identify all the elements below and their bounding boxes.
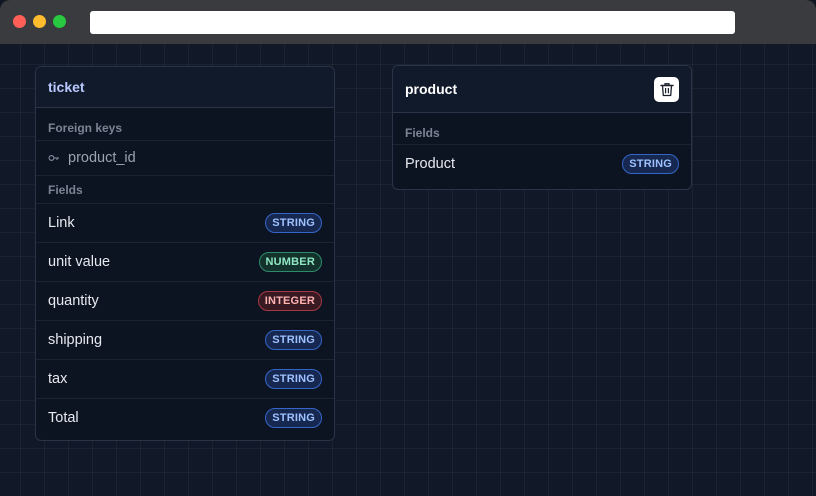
field-name: quantity — [48, 293, 99, 309]
field-row-shipping[interactable]: shipping STRING — [36, 320, 334, 359]
table-card-ticket[interactable]: ticket Foreign keys product_id Fields Li… — [35, 66, 335, 441]
type-badge: NUMBER — [258, 252, 322, 272]
type-badge: STRING — [265, 213, 322, 233]
field-row-quantity[interactable]: quantity INTEGER — [36, 281, 334, 320]
table-header-ticket[interactable]: ticket — [36, 67, 334, 108]
address-bar[interactable] — [90, 11, 735, 34]
field-name: shipping — [48, 332, 103, 348]
field-row-product[interactable]: Product STRING — [393, 144, 691, 183]
table-title-product: product — [405, 81, 458, 97]
type-badge: STRING — [265, 369, 322, 389]
field-row-total[interactable]: Total STRING — [36, 398, 334, 437]
fields-label: Fields — [405, 125, 440, 140]
table-card-product[interactable]: product Fields Product STRING — [392, 65, 692, 190]
field-name: tax — [48, 371, 68, 387]
maximize-window-button[interactable] — [53, 15, 66, 28]
type-badge: INTEGER — [257, 291, 322, 311]
schema-canvas[interactable]: ticket Foreign keys product_id Fields Li… — [0, 44, 816, 496]
field-row-unit-value[interactable]: unit value NUMBER — [36, 242, 334, 281]
close-window-button[interactable] — [13, 15, 26, 28]
type-badge: STRING — [265, 330, 322, 350]
foreign-keys-label: Foreign keys — [48, 121, 123, 135]
foreign-key-row[interactable]: product_id — [36, 140, 334, 175]
delete-table-button[interactable] — [654, 76, 679, 102]
field-name: Total — [48, 410, 79, 426]
type-badge: STRING — [265, 408, 322, 428]
browser-titlebar — [0, 0, 816, 44]
fields-label: Fields — [36, 175, 334, 203]
key-icon — [48, 152, 60, 164]
field-name: unit value — [48, 254, 111, 270]
table-title-ticket: ticket — [48, 79, 85, 95]
type-badge: STRING — [622, 154, 679, 174]
field-row-link[interactable]: Link STRING — [36, 203, 334, 242]
trash-icon — [659, 82, 674, 97]
foreign-key-name: product_id — [68, 150, 136, 166]
minimize-window-button[interactable] — [33, 15, 46, 28]
field-name: Link — [48, 215, 75, 231]
field-name: Product — [405, 156, 455, 172]
table-header-product[interactable]: product — [393, 66, 691, 113]
field-row-tax[interactable]: tax STRING — [36, 359, 334, 398]
